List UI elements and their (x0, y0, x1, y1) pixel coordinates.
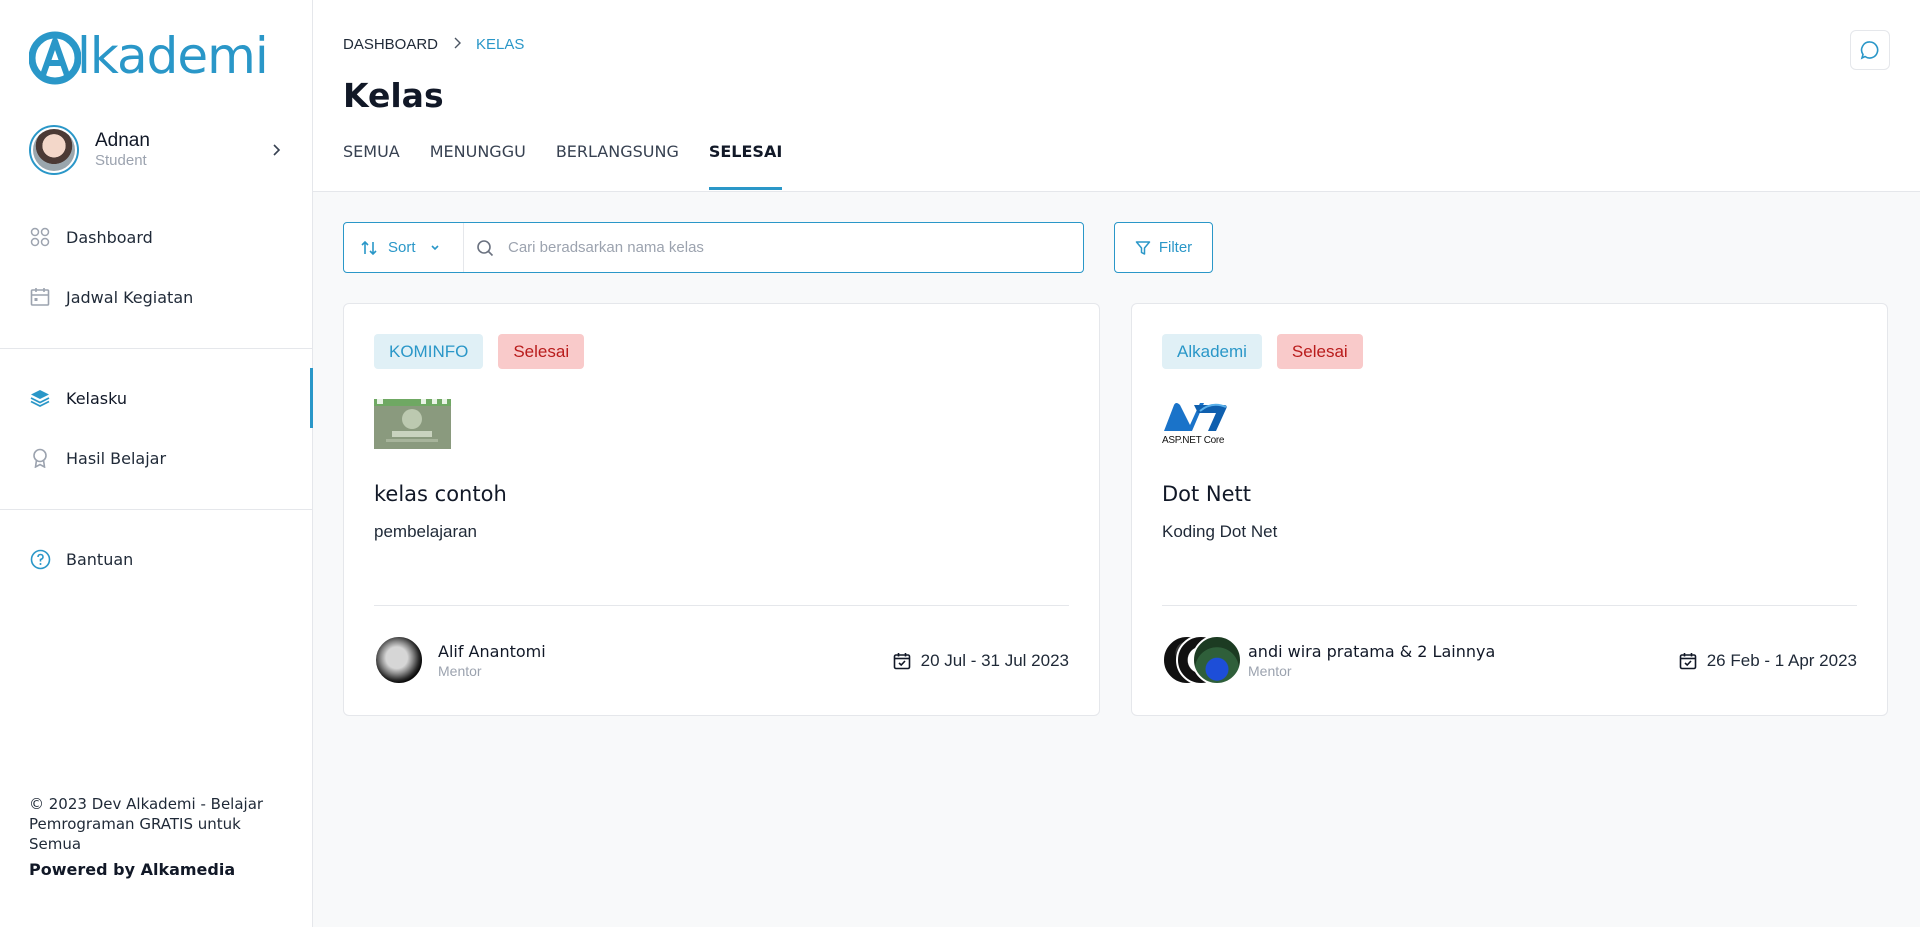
sidebar: lkademi Adnan Student Dashboard Jadwal K… (0, 0, 313, 927)
chevron-right-icon (273, 144, 281, 156)
sidebar-item-label: Jadwal Kegiatan (66, 287, 194, 307)
org-badge: Alkademi (1162, 334, 1262, 369)
chevron-down-icon (430, 244, 439, 250)
org-badge: KOMINFO (374, 334, 484, 369)
logo-text: lkademi (77, 27, 269, 85)
footer-copyright: © 2023 Dev Alkademi - Belajar Pemrograma… (29, 795, 264, 853)
filter-button[interactable]: Filter (1114, 222, 1213, 273)
sidebar-item-jadwal[interactable]: Jadwal Kegiatan (0, 267, 313, 327)
mentor-role: Mentor (438, 662, 482, 679)
calendar-check-icon (1679, 653, 1697, 670)
class-list: KOMINFO Selesai kelas contoh pembelajara… (343, 303, 1888, 716)
logo-mark-icon (29, 26, 81, 86)
search-input[interactable] (508, 239, 1083, 256)
thumb-caption: ASP.NET Core (1162, 435, 1225, 446)
card-divider (374, 605, 1069, 606)
search-icon (477, 239, 494, 256)
class-title: Dot Nett (1162, 482, 1252, 506)
sidebar-item-label: Bantuan (66, 549, 134, 569)
search-group: Sort (343, 222, 1084, 273)
breadcrumb-current: KELAS (476, 36, 525, 53)
mentor-avatar (374, 635, 424, 685)
sidebar-item-bantuan[interactable]: Bantuan (0, 529, 313, 589)
breadcrumb-dashboard[interactable]: DASHBOARD (343, 36, 438, 53)
status-badge: Selesai (1276, 334, 1363, 369)
sidebar-footer: © 2023 Dev Alkademi - Belajar Pemrograma… (29, 794, 269, 879)
sidebar-item-label: Dashboard (66, 227, 153, 247)
sidebar-item-label: Kelasku (66, 388, 128, 408)
nav-group-main: Dashboard Jadwal Kegiatan (0, 207, 313, 327)
filter-label: Filter (1158, 239, 1193, 256)
mentor-role: Mentor (1248, 662, 1292, 679)
sort-icon (361, 240, 377, 255)
layers-icon (29, 387, 51, 409)
filter-icon (1135, 240, 1151, 255)
toolbar: Sort Filter (343, 222, 1213, 273)
chat-button[interactable] (1850, 30, 1890, 70)
page-title: Kelas (343, 76, 444, 115)
calendar-check-icon (893, 653, 910, 670)
sort-label: Sort (388, 239, 416, 256)
card-divider (1162, 605, 1857, 606)
help-circle-icon (29, 548, 51, 570)
mentor-info: andi wira pratama & 2 Lainnya Mentor (1162, 635, 1495, 685)
mentor-name: Alif Anantomi (438, 641, 546, 661)
profile-role: Student (95, 152, 147, 169)
class-title: kelas contoh (374, 482, 507, 506)
status-badge: Selesai (498, 334, 585, 369)
sidebar-item-dashboard[interactable]: Dashboard (0, 207, 313, 267)
nav-group-learning: Kelasku Hasil Belajar (0, 368, 313, 488)
sidebar-item-kelasku[interactable]: Kelasku (0, 368, 313, 428)
award-icon (29, 447, 51, 469)
chat-bubble-icon (1860, 41, 1879, 60)
sidebar-divider (0, 348, 313, 349)
grid-icon (29, 226, 51, 248)
class-description: pembelajaran (374, 522, 478, 541)
class-date: 26 Feb - 1 Apr 2023 (1679, 651, 1857, 671)
profile-card[interactable]: Adnan Student (29, 124, 284, 176)
app-root: lkademi Adnan Student Dashboard Jadwal K… (0, 0, 1920, 927)
page-header: DASHBOARD KELAS Kelas SEMUA MENUNGGU BER… (313, 0, 1920, 192)
tab-selesai[interactable]: SELESAI (708, 142, 783, 192)
sidebar-item-hasil-belajar[interactable]: Hasil Belajar (0, 428, 313, 488)
logo[interactable]: lkademi (29, 26, 269, 86)
class-thumbnail: ASP.NET Core (1162, 399, 1239, 449)
class-description: Koding Dot Net (1162, 522, 1278, 541)
date-range: 26 Feb - 1 Apr 2023 (1706, 651, 1857, 670)
tab-menunggu[interactable]: MENUNGGU (430, 142, 526, 192)
class-card[interactable]: Alkademi Selesai ASP.NET Core Dot Nett K… (1131, 303, 1888, 716)
main-content: DASHBOARD KELAS Kelas SEMUA MENUNGGU BER… (313, 0, 1920, 927)
profile-name: Adnan (95, 130, 150, 151)
breadcrumb: DASHBOARD KELAS (343, 36, 524, 53)
class-date: 20 Jul - 31 Jul 2023 (893, 651, 1069, 671)
mentor-info: Alif Anantomi Mentor (374, 635, 546, 685)
nav-group-help: Bantuan (0, 529, 313, 589)
class-card[interactable]: KOMINFO Selesai kelas contoh pembelajara… (343, 303, 1100, 716)
tab-berlangsung[interactable]: BERLANGSUNG (556, 142, 679, 192)
mentor-avatar (1192, 635, 1242, 685)
class-thumbnail (374, 399, 451, 449)
sidebar-divider (0, 509, 313, 510)
footer-powered: Powered by Alkamedia (29, 860, 236, 879)
tab-semua[interactable]: SEMUA (343, 142, 400, 192)
calendar-icon (29, 286, 51, 308)
class-tabs: SEMUA MENUNGGU BERLANGSUNG SELESAI (343, 142, 812, 192)
mentor-name: andi wira pratama & 2 Lainnya (1248, 641, 1496, 661)
date-range: 20 Jul - 31 Jul 2023 (920, 651, 1069, 670)
avatar (29, 125, 79, 175)
sort-button[interactable]: Sort (344, 223, 464, 272)
sidebar-item-label: Hasil Belajar (66, 448, 167, 468)
chevron-right-icon (452, 36, 462, 53)
